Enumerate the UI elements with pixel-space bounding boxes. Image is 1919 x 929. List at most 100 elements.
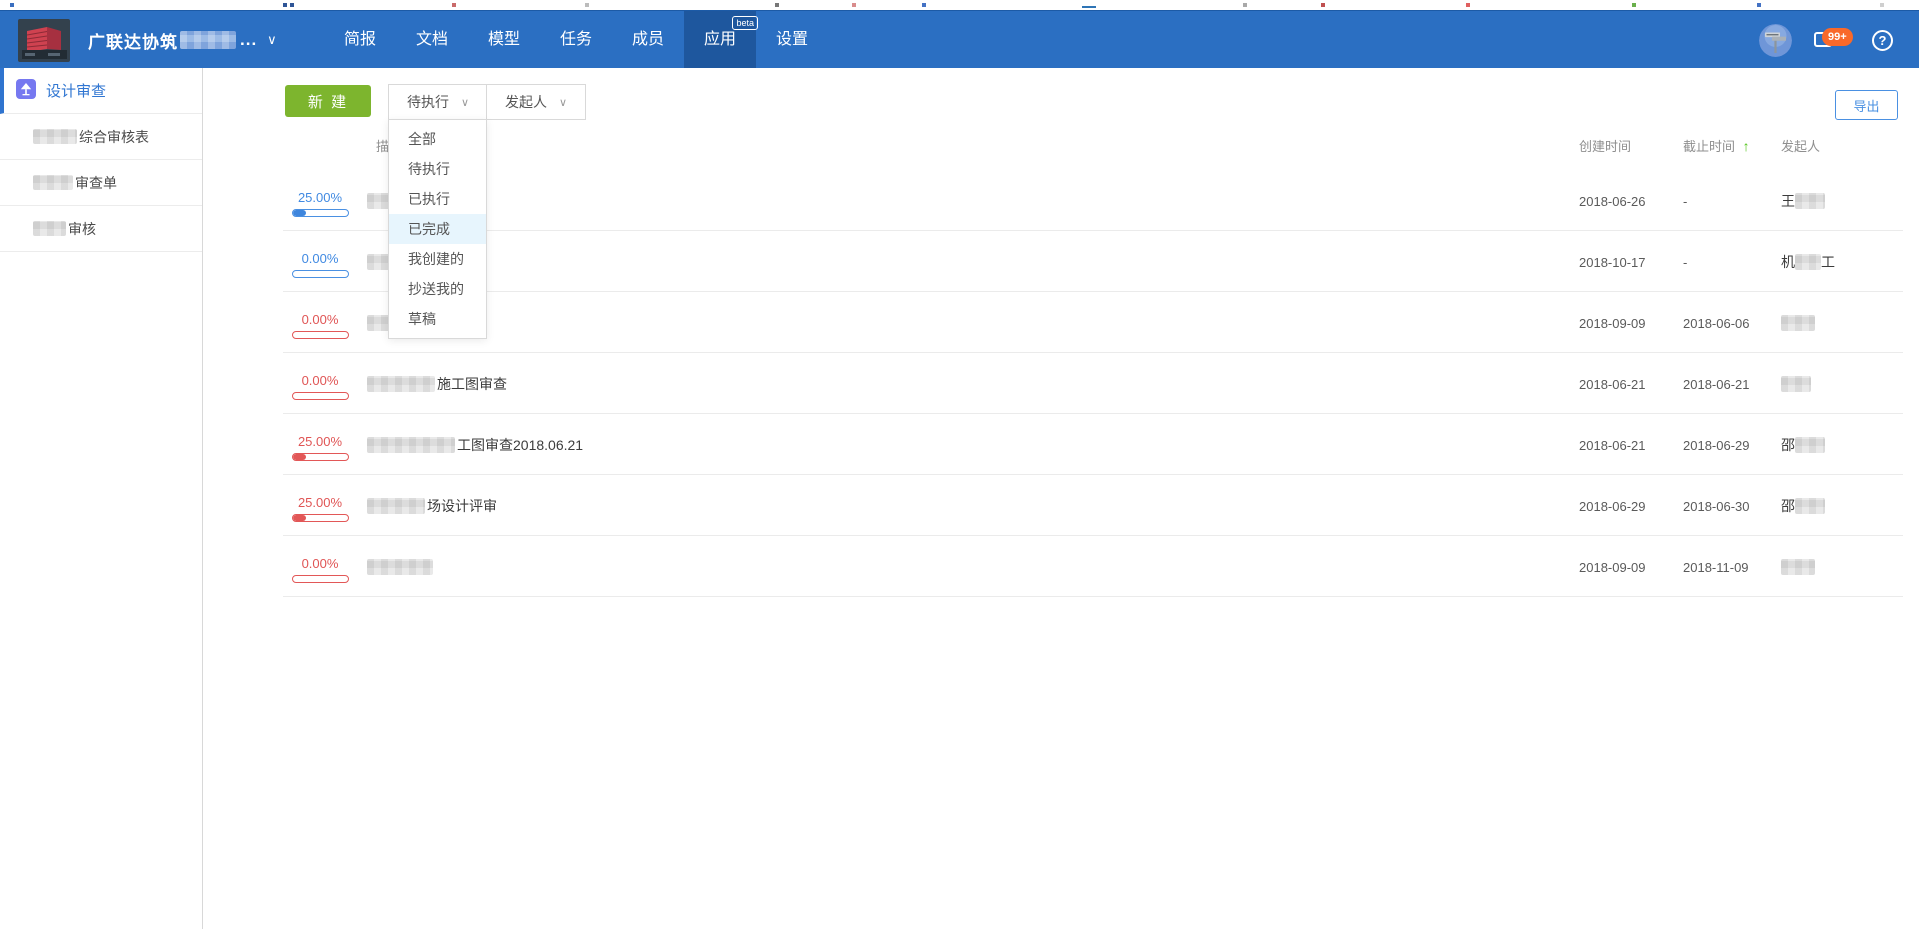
created-date: 2018-06-21 bbox=[1579, 438, 1646, 453]
menu-option-cc-me[interactable]: 抄送我的 bbox=[389, 274, 486, 304]
review-name[interactable]: 场设计评审 bbox=[367, 475, 497, 536]
export-button[interactable]: 导出 bbox=[1835, 90, 1898, 120]
col-deadline[interactable]: 截止时间 ↑ bbox=[1683, 136, 1750, 155]
table-row[interactable]: 25.00% t 2018-06-26 - 王 bbox=[283, 170, 1903, 231]
created-date: 2018-06-21 bbox=[1579, 377, 1646, 392]
sidebar-item-label: 综合审核表 bbox=[79, 127, 149, 147]
sidebar-item-audit[interactable]: 审核 bbox=[0, 206, 202, 252]
created-date: 2018-06-29 bbox=[1579, 499, 1646, 514]
table-row[interactable]: 0.00% 2018-10-17 - 机 工 bbox=[283, 231, 1903, 292]
tab-briefing[interactable]: 简报 bbox=[324, 11, 396, 69]
design-review-icon bbox=[16, 79, 36, 103]
deadline-date: 2018-06-29 bbox=[1683, 438, 1750, 453]
artifact-fragment bbox=[922, 3, 926, 7]
artifact-fragment bbox=[1757, 3, 1761, 7]
created-date: 2018-09-09 bbox=[1579, 560, 1646, 575]
progress-percent: 0.00% bbox=[289, 556, 351, 571]
menu-option-draft[interactable]: 草稿 bbox=[389, 304, 486, 334]
redacted-block bbox=[1795, 254, 1821, 270]
artifact-fragment bbox=[1321, 3, 1325, 7]
initiator-name bbox=[1781, 353, 1811, 414]
deadline-date: 2018-06-21 bbox=[1683, 377, 1750, 392]
artifact-fragment bbox=[1243, 3, 1247, 7]
redacted-block bbox=[1781, 559, 1815, 575]
help-icon[interactable]: ? bbox=[1872, 30, 1893, 51]
tab-settings[interactable]: 设置 bbox=[756, 11, 828, 69]
deadline-date: - bbox=[1683, 255, 1687, 270]
redacted-title-block bbox=[180, 31, 236, 49]
created-date: 2018-10-17 bbox=[1579, 255, 1646, 270]
sidebar-item-design-review[interactable]: 设计审查 bbox=[0, 68, 202, 114]
chevron-down-icon: ∨ bbox=[461, 96, 469, 109]
table-row[interactable]: 25.00% 工图审查2018.06.21 2018-06-21 2018-06… bbox=[283, 414, 1903, 475]
review-name[interactable]: 施工图审查 bbox=[367, 353, 507, 414]
progress-cell: 25.00% bbox=[289, 495, 351, 522]
redacted-block bbox=[367, 437, 455, 453]
artifact-fragment bbox=[1880, 3, 1884, 7]
redacted-block bbox=[33, 129, 77, 144]
tab-apps-active[interactable]: 应用 beta bbox=[684, 11, 756, 69]
menu-option-created-by-me[interactable]: 我创建的 bbox=[389, 244, 486, 274]
sidebar-item-review-form[interactable]: 综合审核表 bbox=[0, 114, 202, 160]
progress-cell: 25.00% bbox=[289, 190, 351, 217]
beta-badge: beta bbox=[732, 16, 758, 30]
project-title[interactable]: 广联达协筑 ... ∨ bbox=[88, 11, 278, 69]
redacted-block bbox=[33, 221, 66, 236]
artifact-fragment bbox=[852, 3, 856, 7]
progress-bar bbox=[292, 392, 349, 400]
initiator-name bbox=[1781, 292, 1815, 353]
created-date: 2018-06-26 bbox=[1579, 194, 1646, 209]
table-row[interactable]: 25.00% 场设计评审 2018-06-29 2018-06-30 邵 bbox=[283, 475, 1903, 536]
progress-cell: 25.00% bbox=[289, 434, 351, 461]
chevron-down-icon: ∨ bbox=[267, 32, 278, 48]
col-created[interactable]: 创建时间 bbox=[1579, 136, 1631, 155]
tab-tasks[interactable]: 任务 bbox=[540, 11, 612, 69]
project-title-text: 广联达协筑 bbox=[88, 28, 178, 53]
review-name[interactable]: 工图审查2018.06.21 bbox=[367, 414, 583, 475]
notification-count-badge: 99+ bbox=[1822, 28, 1853, 46]
user-avatar[interactable] bbox=[1759, 24, 1792, 57]
col-initiator[interactable]: 发起人 bbox=[1781, 136, 1820, 155]
table-header: 描述 创建时间 截止时间 ↑ 发起人 bbox=[283, 136, 1903, 170]
progress-cell: 0.00% bbox=[289, 251, 351, 278]
initiator-name: 邵 bbox=[1781, 414, 1825, 475]
menu-option-all[interactable]: 全部 bbox=[389, 124, 486, 154]
menu-option-executed[interactable]: 已执行 bbox=[389, 184, 486, 214]
table-row[interactable]: 0.00% 施工图审查 2018-06-21 2018-06-21 bbox=[283, 353, 1903, 414]
redacted-block bbox=[1795, 498, 1825, 514]
redacted-block bbox=[1795, 437, 1825, 453]
status-filter-dropdown[interactable]: 待执行 ∨ bbox=[388, 84, 487, 120]
progress-percent: 0.00% bbox=[289, 312, 351, 327]
artifact-fragment bbox=[452, 3, 456, 7]
sidebar-item-label: 审查单 bbox=[75, 173, 117, 193]
status-filter-menu: 全部 待执行 已执行 已完成 我创建的 抄送我的 草稿 bbox=[388, 119, 487, 339]
tab-documents[interactable]: 文档 bbox=[396, 11, 468, 69]
artifact-fragment bbox=[283, 3, 287, 7]
menu-option-pending[interactable]: 待执行 bbox=[389, 154, 486, 184]
tab-models[interactable]: 模型 bbox=[468, 11, 540, 69]
new-button[interactable]: 新 建 bbox=[285, 85, 371, 117]
table-row[interactable]: 0.00% 2018-09-09 2018-06-06 bbox=[283, 292, 1903, 353]
artifact-fragment bbox=[775, 3, 779, 7]
review-name[interactable] bbox=[367, 536, 435, 597]
progress-bar bbox=[292, 514, 349, 522]
project-logo[interactable] bbox=[18, 19, 70, 62]
progress-cell: 0.00% bbox=[289, 373, 351, 400]
redacted-block bbox=[1795, 193, 1825, 209]
deadline-date: - bbox=[1683, 194, 1687, 209]
tab-members[interactable]: 成员 bbox=[612, 11, 684, 69]
review-table: 描述 创建时间 截止时间 ↑ 发起人 25.00% t 2018-06-26 -… bbox=[283, 136, 1903, 597]
artifact-fragment bbox=[1082, 6, 1096, 8]
sidebar-item-review-sheet[interactable]: 审查单 bbox=[0, 160, 202, 206]
artifact-fragment bbox=[290, 3, 294, 7]
sidebar-item-label: 设计审查 bbox=[46, 80, 106, 101]
table-row[interactable]: 0.00% 2018-09-09 2018-11-09 bbox=[283, 536, 1903, 597]
title-ellipsis: ... bbox=[240, 30, 257, 50]
chevron-down-icon: ∨ bbox=[559, 96, 567, 109]
progress-bar bbox=[292, 575, 349, 583]
menu-option-completed[interactable]: 已完成 bbox=[389, 214, 486, 244]
progress-percent: 25.00% bbox=[289, 495, 351, 510]
notifications-button[interactable]: 99+ bbox=[1814, 28, 1850, 52]
artifact-fragment bbox=[1632, 3, 1636, 7]
initiator-filter-dropdown[interactable]: 发起人 ∨ bbox=[486, 84, 586, 120]
